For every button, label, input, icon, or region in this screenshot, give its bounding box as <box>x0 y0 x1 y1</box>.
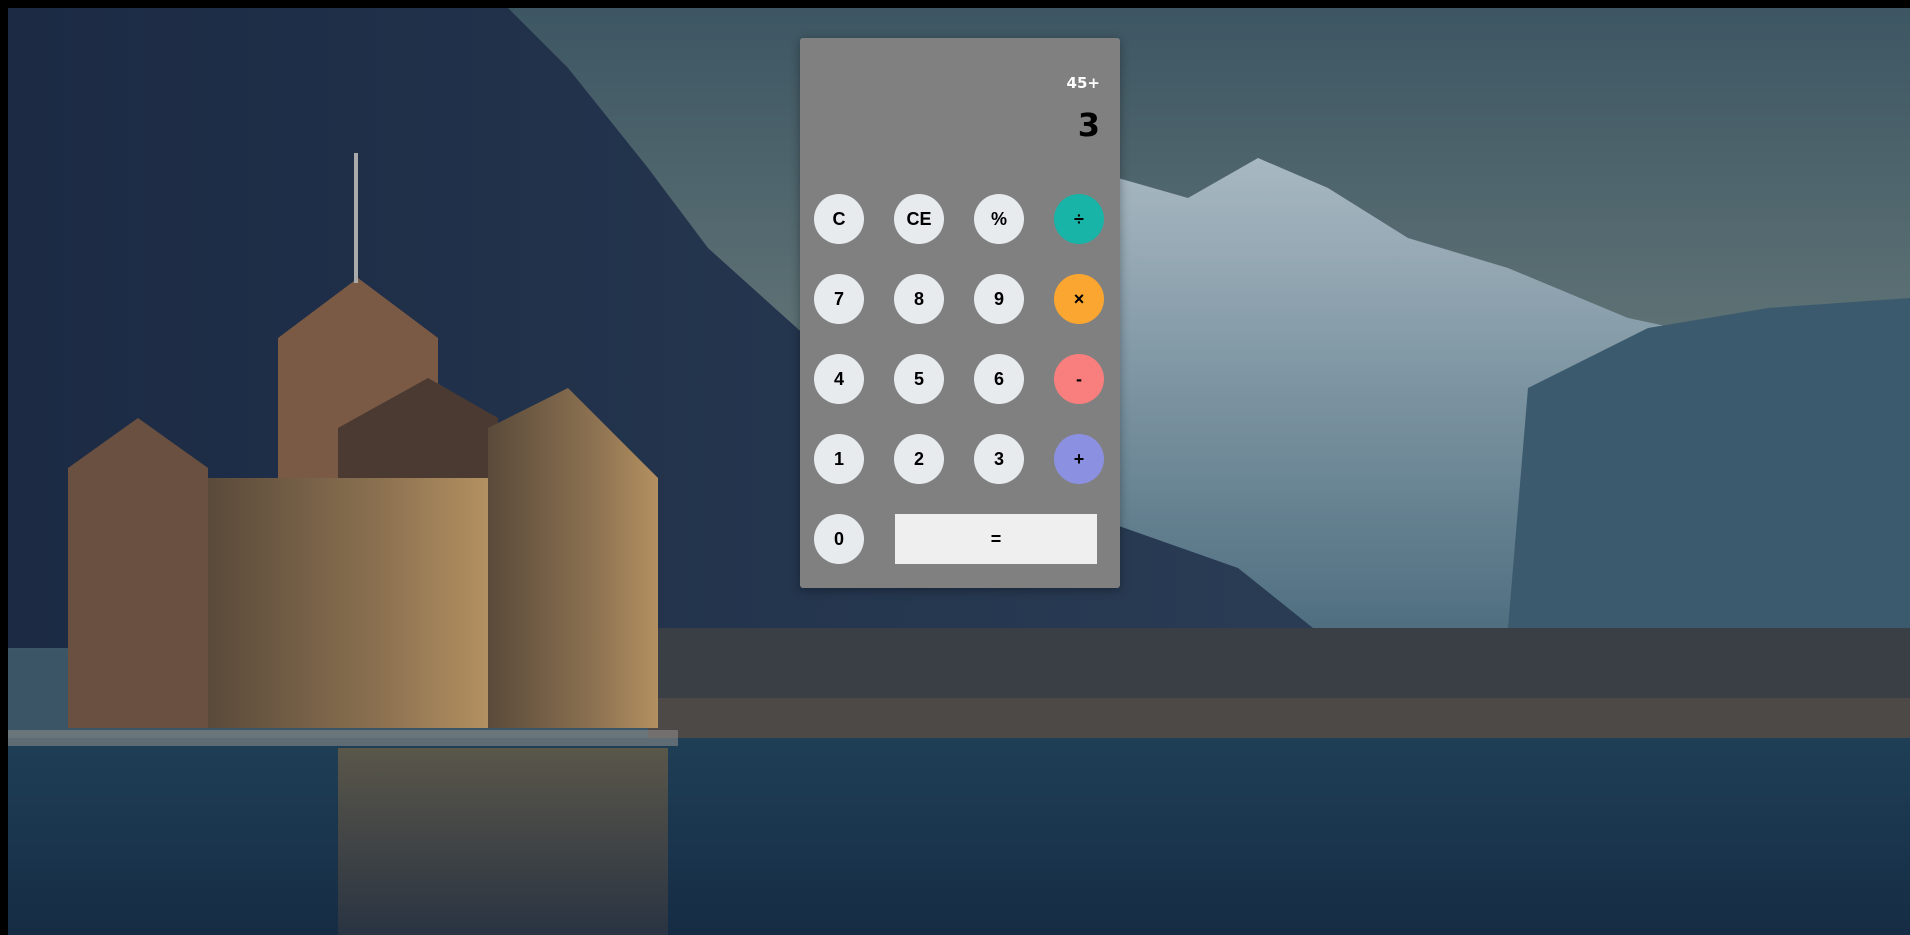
clear-button[interactable]: C <box>814 194 864 244</box>
digit-0-button[interactable]: 0 <box>814 514 864 564</box>
clear-entry-button[interactable]: CE <box>894 194 944 244</box>
percent-button[interactable]: % <box>974 194 1024 244</box>
digit-1-button[interactable]: 1 <box>814 434 864 484</box>
desktop-viewport: 45+ 3 C CE % ÷ 7 8 9 × 4 5 6 - 1 2 3 + 0… <box>8 8 1910 935</box>
result-display: 3 <box>1077 106 1100 144</box>
divide-button[interactable]: ÷ <box>1054 194 1104 244</box>
equals-button[interactable]: = <box>895 514 1097 564</box>
calculator-panel: 45+ 3 C CE % ÷ 7 8 9 × 4 5 6 - 1 2 3 + 0… <box>800 38 1120 588</box>
digit-7-button[interactable]: 7 <box>814 274 864 324</box>
digit-8-button[interactable]: 8 <box>894 274 944 324</box>
digit-2-button[interactable]: 2 <box>894 434 944 484</box>
digit-4-button[interactable]: 4 <box>814 354 864 404</box>
subtract-button[interactable]: - <box>1054 354 1104 404</box>
digit-5-button[interactable]: 5 <box>894 354 944 404</box>
digit-6-button[interactable]: 6 <box>974 354 1024 404</box>
add-button[interactable]: + <box>1054 434 1104 484</box>
expression-history: 45+ <box>1066 74 1100 92</box>
digit-3-button[interactable]: 3 <box>974 434 1024 484</box>
digit-9-button[interactable]: 9 <box>974 274 1024 324</box>
multiply-button[interactable]: × <box>1054 274 1104 324</box>
